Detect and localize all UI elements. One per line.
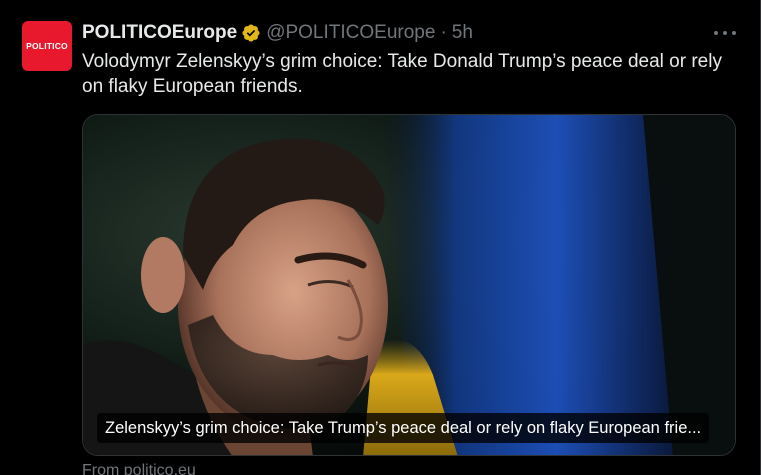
tweet[interactable]: POLITICO POLITICOEurope @POLITICOEurope … [0,0,761,475]
tweet-header: POLITICOEurope @POLITICOEurope · 5h [82,21,473,45]
avatar[interactable]: POLITICO [22,21,72,71]
more-dot [732,31,736,35]
verified-badge-icon[interactable] [241,23,261,43]
tweet-text: Volodymyr Zelenskyy’s grim choice: Take … [82,51,722,97]
more-options-icon[interactable] [714,23,736,43]
link-card[interactable]: Zelenskyy’s grim choice: Take Trump’s pe… [82,114,736,456]
card-caption: Zelenskyy’s grim choice: Take Trump’s pe… [97,413,710,443]
timestamp[interactable]: 5h [452,22,473,44]
separator-dot: · [440,22,447,43]
link-source[interactable]: From politico.eu [82,462,196,475]
card-image [83,115,735,455]
avatar-logo-text: POLITICO [26,41,68,51]
more-dot [714,31,718,35]
display-name[interactable]: POLITICOEurope [82,22,237,44]
more-dot [723,31,727,35]
user-handle[interactable]: @POLITICOEurope [266,22,435,44]
